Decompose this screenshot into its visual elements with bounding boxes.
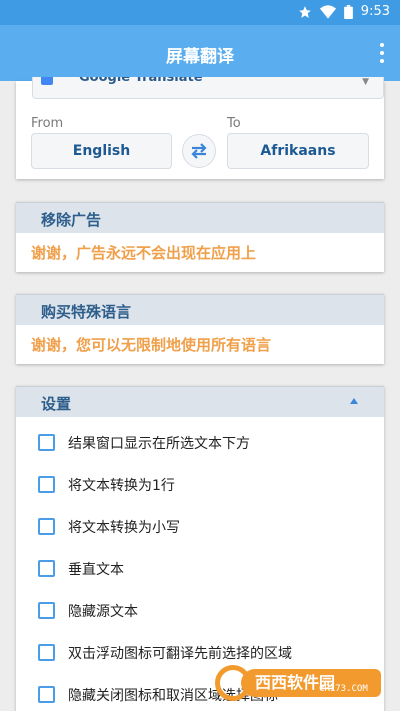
watermark-url: CR173.COM <box>319 684 368 694</box>
chevron-down-icon: ▼ <box>362 77 369 87</box>
translator-card: Google Translate ▼ From English To Afrik… <box>16 77 384 179</box>
setting-label: 隐藏源文本 <box>68 604 138 620</box>
setting-option[interactable]: 将文本转换为小写 <box>16 506 384 548</box>
remove-ads-title: 移除广告 <box>41 211 102 229</box>
special-languages-header[interactable]: 购买特殊语言 <box>16 294 384 325</box>
settings-header[interactable]: 设置 <box>16 386 384 417</box>
checkbox[interactable] <box>38 434 55 451</box>
overflow-menu-icon[interactable] <box>378 43 386 63</box>
checkbox[interactable] <box>38 518 55 535</box>
status-bar: 9:53 <box>0 0 400 25</box>
from-label: From <box>31 116 64 131</box>
app-title: 屏幕翻译 <box>166 47 234 67</box>
setting-label: 双击浮动图标可翻译先前选择的区域 <box>68 646 292 662</box>
triangle-up-icon[interactable] <box>350 398 358 404</box>
special-languages-message: 谢谢，您可以无限制地使用所有语言 <box>31 336 272 354</box>
special-languages-title: 购买特殊语言 <box>41 303 132 321</box>
battery-icon <box>343 4 353 19</box>
setting-option[interactable]: 将文本转换为1行 <box>16 464 384 506</box>
checkbox[interactable] <box>38 644 55 661</box>
checkbox[interactable] <box>38 476 55 493</box>
swap-icon <box>191 143 207 159</box>
special-languages-card: 购买特殊语言 谢谢，您可以无限制地使用所有语言 <box>16 294 384 364</box>
setting-label: 将文本转换为1行 <box>68 478 175 494</box>
remove-ads-card: 移除广告 谢谢，广告永远不会出现在应用上 <box>16 202 384 272</box>
setting-label: 将文本转换为小写 <box>68 520 180 536</box>
google-translate-icon <box>41 77 53 85</box>
star-icon <box>298 5 311 18</box>
setting-label: 结果窗口显示在所选文本下方 <box>68 436 250 452</box>
watermark-c-icon <box>215 665 251 701</box>
status-time: 9:53 <box>360 4 390 19</box>
app-bar: 屏幕翻译 <box>0 25 400 81</box>
from-language-button[interactable]: English <box>31 133 172 169</box>
to-label: To <box>227 116 241 131</box>
wifi-icon <box>319 4 336 19</box>
setting-option[interactable]: 隐藏源文本 <box>16 590 384 632</box>
checkbox[interactable] <box>38 686 55 703</box>
engine-name: Google Translate <box>79 77 203 85</box>
setting-option[interactable]: 垂直文本 <box>16 548 384 590</box>
swap-languages-button[interactable] <box>182 134 216 168</box>
checkbox[interactable] <box>38 560 55 577</box>
settings-title: 设置 <box>41 395 72 413</box>
engine-dropdown[interactable]: Google Translate ▼ <box>32 77 384 99</box>
checkbox[interactable] <box>38 602 55 619</box>
setting-option[interactable]: 结果窗口显示在所选文本下方 <box>16 422 384 464</box>
watermark-logo: 西西软件园 CR173.COM <box>215 663 383 703</box>
to-language-button[interactable]: Afrikaans <box>227 133 369 169</box>
setting-label: 垂直文本 <box>68 562 124 578</box>
remove-ads-message: 谢谢，广告永远不会出现在应用上 <box>31 244 257 262</box>
remove-ads-header[interactable]: 移除广告 <box>16 202 384 233</box>
